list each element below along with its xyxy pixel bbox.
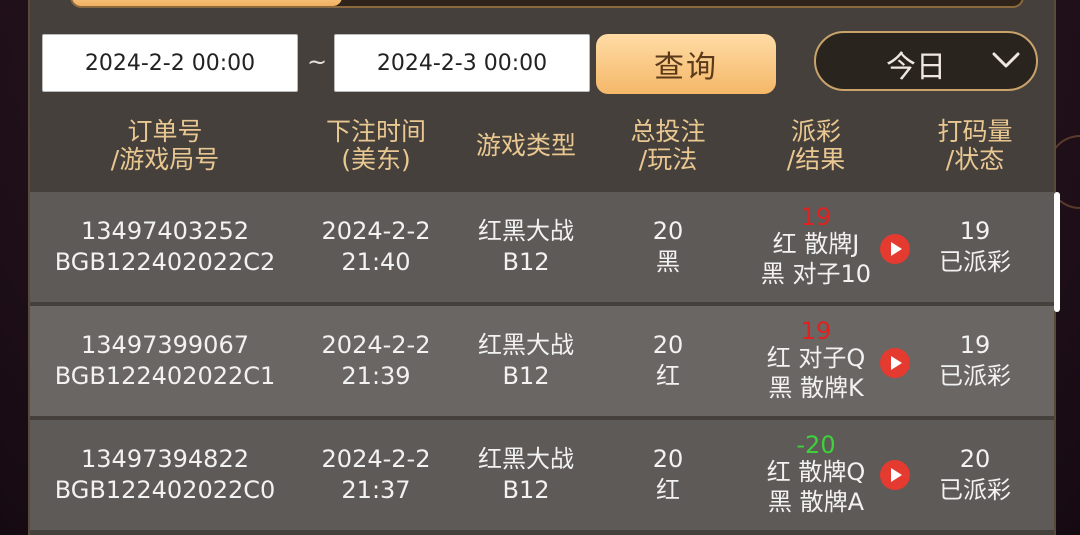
bet-records-panel: 2024-2-2 00:00 ~ 2024-2-3 00:00 查询 今日 订单… xyxy=(28,0,1056,535)
header-payout: 派彩 /结果 xyxy=(736,100,896,192)
volume-cell: 20 已派彩 xyxy=(896,420,1054,530)
period-dropdown-label: 今日 xyxy=(886,50,946,85)
bet-time: 21:39 xyxy=(341,362,411,390)
header-volume-line2: /状态 xyxy=(945,145,1005,174)
payout-value: 19 xyxy=(800,203,832,231)
table-header: 订单号 /游戏局号 下注时间 (美东) 游戏类型 总投注 /玩法 派彩 /结果 … xyxy=(30,100,1054,192)
volume-value: 19 xyxy=(959,331,991,359)
payout-cell: -20 红 散牌Q 黑 散牌A xyxy=(736,420,896,530)
game-type-cell: 红黑大战 B12 xyxy=(452,306,600,416)
game-type-cell: 红黑大战 B12 xyxy=(452,420,600,530)
result-red: 红 散牌Q xyxy=(766,458,866,486)
end-date-input[interactable]: 2024-2-3 00:00 xyxy=(334,34,590,92)
scrollbar[interactable] xyxy=(1054,192,1060,312)
header-game: 游戏类型 xyxy=(452,100,600,192)
bet-play: 红 xyxy=(656,476,680,504)
bet-time-cell: 2024-2-2 21:40 xyxy=(300,192,452,302)
order-cell: 13497399067 BGB122402022C1 xyxy=(30,306,300,416)
header-volume-line1: 打码量 xyxy=(937,117,1013,146)
table-row[interactable]: 13497403252 BGB122402022C2 2024-2-2 21:4… xyxy=(30,192,1054,302)
header-order-line2: /游戏局号 xyxy=(110,145,220,174)
header-bet-line2: /玩法 xyxy=(638,145,698,174)
order-cell: 13497403252 BGB122402022C2 xyxy=(30,192,300,302)
volume-value: 19 xyxy=(959,217,991,245)
game-table: B12 xyxy=(502,248,550,276)
round-number: BGB122402022C1 xyxy=(54,362,276,390)
header-bet-line1: 总投注 xyxy=(630,117,706,146)
bet-play: 黑 xyxy=(656,248,680,276)
bet-play: 红 xyxy=(656,362,680,390)
bet-cell: 20 红 xyxy=(600,306,736,416)
order-number: 13497394822 xyxy=(81,445,249,473)
bet-time-cell: 2024-2-2 21:37 xyxy=(300,420,452,530)
order-cell: 13497394822 BGB122402022C0 xyxy=(30,420,300,530)
payout-cell: 19 红 对子Q 黑 散牌K xyxy=(736,306,896,416)
result-red: 红 散牌J xyxy=(772,230,860,258)
bet-cell: 20 红 xyxy=(600,420,736,530)
payout-value: 19 xyxy=(800,317,832,345)
status-text: 已派彩 xyxy=(939,476,1011,504)
game-type: 红黑大战 xyxy=(478,445,574,473)
header-payout-line1: 派彩 xyxy=(790,117,841,146)
bet-time: 21:37 xyxy=(341,476,411,504)
result-black: 黑 对子10 xyxy=(760,260,872,288)
bet-amount: 20 xyxy=(652,445,684,473)
result-red: 红 对子Q xyxy=(766,344,866,372)
header-order-line1: 订单号 xyxy=(127,117,203,146)
header-bet: 总投注 /玩法 xyxy=(600,100,736,192)
chevron-down-icon xyxy=(992,52,1020,68)
header-payout-line2: /结果 xyxy=(786,145,846,174)
start-date-input[interactable]: 2024-2-2 00:00 xyxy=(42,34,298,92)
bet-amount: 20 xyxy=(652,331,684,359)
bet-date: 2024-2-2 xyxy=(321,217,431,245)
header-time: 下注时间 (美东) xyxy=(300,100,452,192)
bet-amount: 20 xyxy=(652,217,684,245)
filter-bar: 2024-2-2 00:00 ~ 2024-2-3 00:00 查询 今日 xyxy=(30,0,1054,100)
bet-time-cell: 2024-2-2 21:39 xyxy=(300,306,452,416)
bet-time: 21:40 xyxy=(341,248,411,276)
volume-cell: 19 已派彩 xyxy=(896,192,1054,302)
status-text: 已派彩 xyxy=(939,362,1011,390)
game-table: B12 xyxy=(502,476,550,504)
volume-value: 20 xyxy=(959,445,991,473)
header-game-line1: 游戏类型 xyxy=(475,131,576,160)
round-number: BGB122402022C2 xyxy=(54,248,276,276)
payout-value: -20 xyxy=(796,431,836,459)
status-text: 已派彩 xyxy=(939,248,1011,276)
header-time-line2: (美东) xyxy=(341,145,411,174)
table-row[interactable]: 13497399067 BGB122402022C1 2024-2-2 21:3… xyxy=(30,306,1054,416)
result-black: 黑 散牌A xyxy=(767,488,865,516)
query-button[interactable]: 查询 xyxy=(596,34,776,94)
bet-cell: 20 黑 xyxy=(600,192,736,302)
header-time-line1: 下注时间 xyxy=(325,117,426,146)
date-range-separator: ~ xyxy=(306,48,328,76)
volume-cell: 19 已派彩 xyxy=(896,306,1054,416)
order-number: 13497403252 xyxy=(81,217,249,245)
bet-date: 2024-2-2 xyxy=(321,445,431,473)
bet-date: 2024-2-2 xyxy=(321,331,431,359)
table-row[interactable]: 13497394822 BGB122402022C0 2024-2-2 21:3… xyxy=(30,420,1054,530)
payout-cell: 19 红 散牌J 黑 对子10 xyxy=(736,192,896,302)
order-number: 13497399067 xyxy=(81,331,249,359)
game-table: B12 xyxy=(502,362,550,390)
game-type: 红黑大战 xyxy=(478,331,574,359)
header-order: 订单号 /游戏局号 xyxy=(30,100,300,192)
header-volume: 打码量 /状态 xyxy=(896,100,1054,192)
period-dropdown[interactable]: 今日 xyxy=(814,31,1038,91)
game-type: 红黑大战 xyxy=(478,217,574,245)
result-black: 黑 散牌K xyxy=(768,374,864,402)
round-number: BGB122402022C0 xyxy=(54,476,276,504)
game-type-cell: 红黑大战 B12 xyxy=(452,192,600,302)
